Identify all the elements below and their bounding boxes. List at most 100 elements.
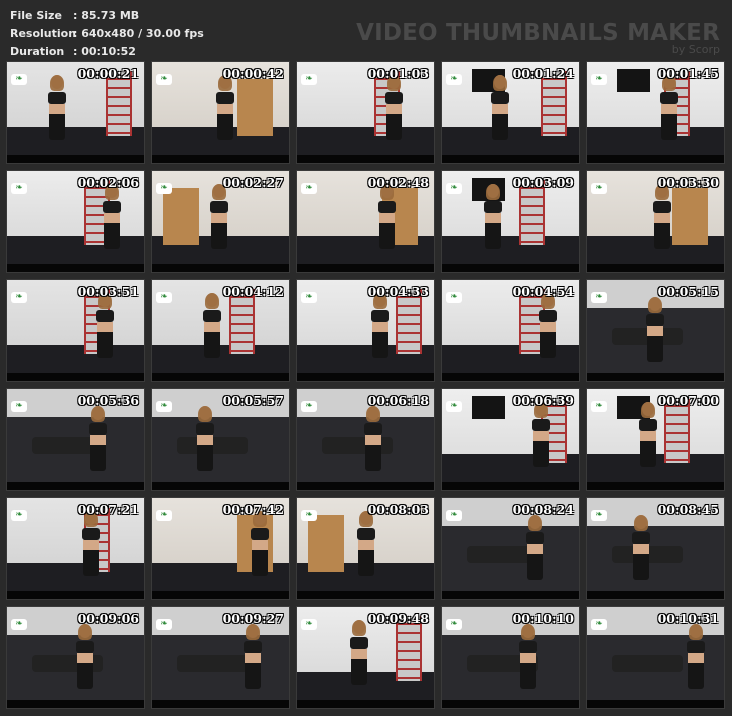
channel-logo-icon: ❧ [156,183,172,194]
person-figure [82,511,101,577]
person-figure [202,293,221,359]
brand-watermark: VIDEO THUMBNAILS MAKER by Scorp [356,20,720,56]
thumbnail-bottom-bar [152,264,289,272]
person-figure [639,402,658,468]
thumbnail-timestamp: 00:02:27 [222,175,284,190]
video-thumbnail[interactable]: ❧ 00:03:09 [441,170,580,273]
channel-logo-icon: ❧ [301,510,317,521]
wall-bars [395,616,422,682]
video-thumbnail[interactable]: ❧ 00:07:21 [6,497,145,600]
video-thumbnail[interactable]: ❧ 00:04:33 [296,279,435,382]
person-figure [216,75,235,141]
person-figure [532,402,551,468]
video-thumbnail[interactable]: ❧ 00:05:15 [586,279,725,382]
thumbnail-timestamp: 00:09:27 [222,611,284,626]
thumbnail-bottom-bar [7,482,144,490]
video-thumbnail[interactable]: ❧ 00:10:10 [441,606,580,709]
channel-logo-icon: ❧ [156,510,172,521]
thumbnail-timestamp: 00:08:45 [657,502,719,517]
video-thumbnail[interactable]: ❧ 00:02:48 [296,170,435,273]
channel-logo-icon: ❧ [301,292,317,303]
video-thumbnail[interactable]: ❧ 00:03:30 [586,170,725,273]
thumbnail-bottom-bar [7,373,144,381]
wall-bars [395,289,422,355]
video-thumbnail[interactable]: ❧ 00:01:24 [441,61,580,164]
video-thumbnail[interactable]: ❧ 00:02:27 [151,170,290,273]
wooden-door [162,187,199,246]
file-size-row: File Size : 85.73 MB [10,7,204,25]
video-thumbnail[interactable]: ❧ 00:03:51 [6,279,145,382]
thumbnail-timestamp: 00:08:03 [367,502,429,517]
thumbnail-bottom-bar [297,373,434,381]
video-thumbnail[interactable]: ❧ 00:05:36 [6,388,145,491]
video-thumbnail[interactable]: ❧ 00:01:45 [586,61,725,164]
video-thumbnail[interactable]: ❧ 00:08:24 [441,497,580,600]
video-thumbnail[interactable]: ❧ 00:07:00 [586,388,725,491]
thumbnail-bottom-bar [297,155,434,163]
thumbnail-timestamp: 00:01:24 [512,66,574,81]
person-figure [525,514,544,580]
wall-bars [518,180,545,246]
video-thumbnail[interactable]: ❧ 00:02:06 [6,170,145,273]
video-thumbnail[interactable]: ❧ 00:00:21 [6,61,145,164]
channel-logo-icon: ❧ [301,183,317,194]
video-thumbnail[interactable]: ❧ 00:08:03 [296,497,435,600]
channel-logo-icon: ❧ [11,183,27,194]
thumbnail-bottom-bar [442,700,579,708]
resolution-value: : 640x480 / 30.00 fps [73,27,204,40]
channel-logo-icon: ❧ [591,74,607,85]
thumbnail-bottom-bar [297,264,434,272]
video-thumbnail[interactable]: ❧ 00:07:42 [151,497,290,600]
video-thumbnail[interactable]: ❧ 00:04:12 [151,279,290,382]
wooden-door [671,187,708,246]
person-figure [350,620,369,686]
thumbnail-timestamp: 00:03:30 [657,175,719,190]
resolution-label: Resolution [10,27,77,40]
gym-floor [7,563,144,591]
thumbnail-bottom-bar [7,591,144,599]
video-thumbnail[interactable]: ❧ 00:04:54 [441,279,580,382]
gym-floor [587,127,724,155]
thumbnail-timestamp: 00:01:03 [367,66,429,81]
thumbnail-bottom-bar [152,373,289,381]
person-figure [539,293,558,359]
wooden-door [236,78,273,137]
duration-row: Duration : 00:10:52 [10,43,204,61]
thumbnail-timestamp: 00:05:57 [222,393,284,408]
person-on-floor [321,437,393,455]
thumbnail-bottom-bar [152,482,289,490]
thumbnail-bottom-bar [152,700,289,708]
person-figure [75,623,94,689]
person-on-floor [611,655,683,673]
thumbnail-timestamp: 00:04:54 [512,284,574,299]
video-thumbnail[interactable]: ❧ 00:09:48 [296,606,435,709]
video-thumbnail[interactable]: ❧ 00:00:42 [151,61,290,164]
thumbnail-timestamp: 00:10:31 [657,611,719,626]
video-thumbnail[interactable]: ❧ 00:09:06 [6,606,145,709]
channel-logo-icon: ❧ [11,510,27,521]
thumbnail-bottom-bar [587,591,724,599]
video-thumbnail[interactable]: ❧ 00:08:45 [586,497,725,600]
thumbnail-timestamp: 00:00:42 [222,66,284,81]
video-thumbnail[interactable]: ❧ 00:06:18 [296,388,435,491]
thumbnail-bottom-bar [442,482,579,490]
video-thumbnail[interactable]: ❧ 00:05:57 [151,388,290,491]
thumbnail-timestamp: 00:05:15 [657,284,719,299]
thumbnail-timestamp: 00:10:10 [512,611,574,626]
person-figure [384,75,403,141]
video-thumbnail[interactable]: ❧ 00:01:03 [296,61,435,164]
thumbnail-bottom-bar [152,155,289,163]
channel-logo-icon: ❧ [446,183,462,194]
channel-logo-icon: ❧ [591,619,607,630]
gym-floor [7,345,144,373]
video-thumbnail[interactable]: ❧ 00:06:39 [441,388,580,491]
person-figure [364,405,383,471]
file-info-panel: File Size : 85.73 MB Resolution : 640x48… [10,7,204,61]
thumbnail-bottom-bar [297,700,434,708]
channel-logo-icon: ❧ [301,401,317,412]
channel-logo-icon: ❧ [156,292,172,303]
channel-logo-icon: ❧ [446,401,462,412]
video-thumbnail[interactable]: ❧ 00:09:27 [151,606,290,709]
video-thumbnail[interactable]: ❧ 00:10:31 [586,606,725,709]
person-figure [645,296,664,362]
